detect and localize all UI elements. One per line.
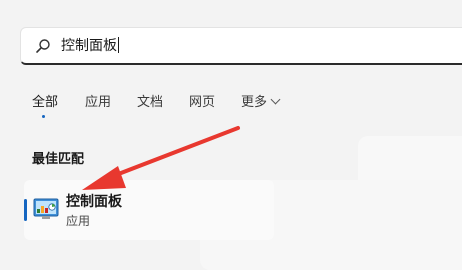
tab-web[interactable]: 网页 [189,93,215,113]
selection-indicator [24,199,27,221]
tab-all[interactable]: 全部 [32,93,58,113]
search-input[interactable]: 控制面板 [61,35,119,57]
text-caret [118,37,119,53]
best-match-heading: 最佳匹配 [32,152,85,167]
tab-documents-label: 文档 [137,95,164,110]
tab-apps[interactable]: 应用 [85,93,111,113]
tab-apps-label: 应用 [85,95,112,110]
active-tab-indicator [42,115,45,118]
chevron-down-icon [270,94,281,105]
tab-documents[interactable]: 文档 [137,93,163,113]
tab-more[interactable]: 更多 [241,93,281,113]
search-query: 控制面板 [61,38,117,54]
tab-more-label: 更多 [241,95,268,110]
control-panel-icon [33,198,59,219]
result-subtitle: 应用 [66,214,91,228]
tab-web-label: 网页 [189,95,216,110]
best-match-result[interactable] [24,180,274,240]
result-title: 控制面板 [66,194,122,210]
search-box[interactable]: 控制面板 [20,27,462,65]
search-icon [36,39,50,53]
tab-all-label: 全部 [32,95,59,110]
